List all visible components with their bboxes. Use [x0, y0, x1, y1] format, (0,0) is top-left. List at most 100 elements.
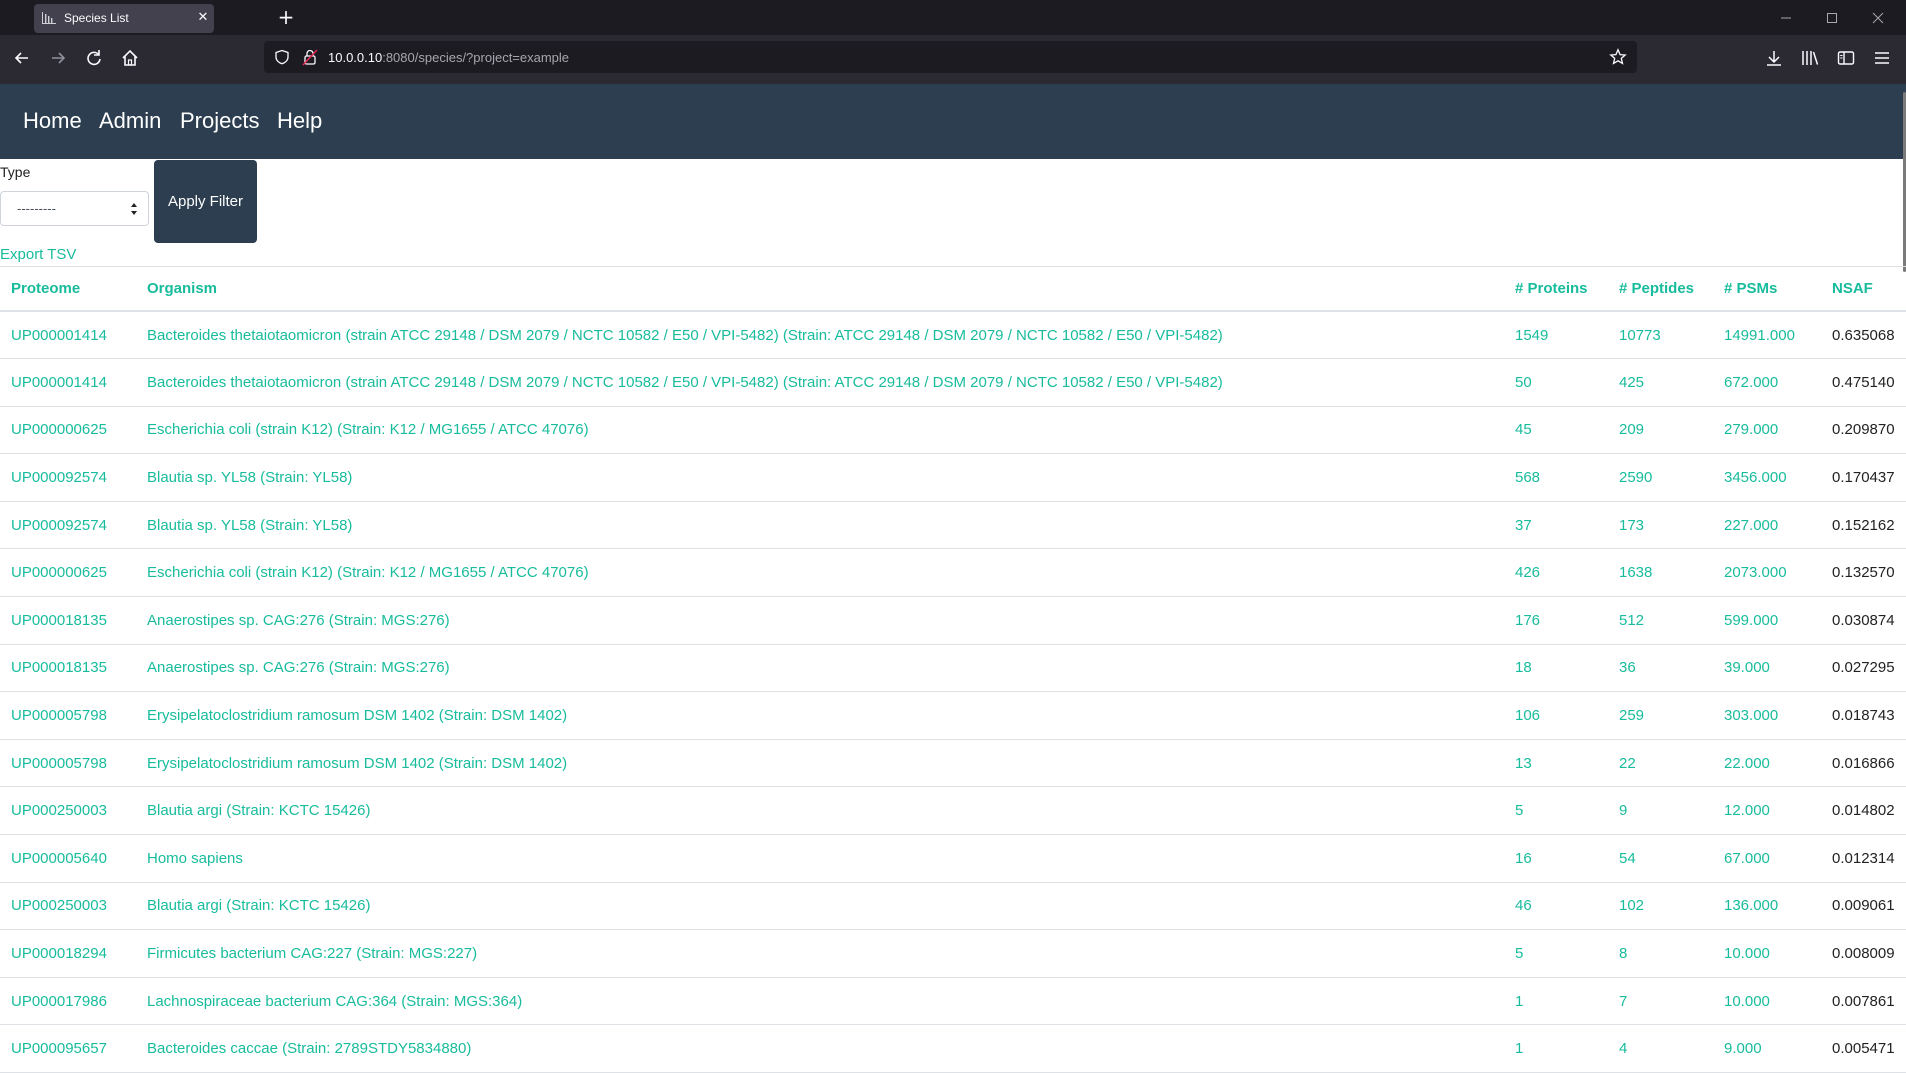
proteins-count[interactable]: 176: [1504, 596, 1608, 645]
peptides-count[interactable]: 8: [1608, 929, 1713, 978]
reload-icon[interactable]: [83, 47, 105, 69]
library-icon[interactable]: [1799, 47, 1821, 69]
psms-count[interactable]: 14991.000: [1713, 311, 1821, 360]
proteome-link[interactable]: UP000095657: [0, 1024, 136, 1073]
organism-link[interactable]: Blautia argi (Strain: KCTC 15426): [136, 882, 1504, 931]
peptides-count[interactable]: 4: [1608, 1024, 1713, 1073]
sidebar-icon[interactable]: [1835, 47, 1857, 69]
header-organism[interactable]: Organism: [136, 267, 1504, 312]
proteins-count[interactable]: 16: [1504, 834, 1608, 883]
psms-count[interactable]: 599.000: [1713, 596, 1821, 645]
proteins-count[interactable]: 13: [1504, 739, 1608, 788]
peptides-count[interactable]: 2590: [1608, 453, 1713, 502]
proteome-link[interactable]: UP000001414: [0, 311, 136, 360]
proteins-count[interactable]: 50: [1504, 358, 1608, 407]
proteome-link[interactable]: UP000005798: [0, 691, 136, 740]
organism-link[interactable]: Anaerostipes sp. CAG:276 (Strain: MGS:27…: [136, 644, 1504, 693]
proteins-count[interactable]: 37: [1504, 501, 1608, 550]
peptides-count[interactable]: 22: [1608, 739, 1713, 788]
organism-link[interactable]: Escherichia coli (strain K12) (Strain: K…: [136, 406, 1504, 455]
organism-link[interactable]: Blautia sp. YL58 (Strain: YL58): [136, 453, 1504, 502]
bookmark-star-icon[interactable]: [1609, 48, 1627, 66]
proteome-link[interactable]: UP000018135: [0, 644, 136, 693]
download-icon[interactable]: [1763, 47, 1785, 69]
type-select[interactable]: ---------: [0, 191, 149, 226]
proteome-link[interactable]: UP000000625: [0, 406, 136, 455]
nav-projects-link[interactable]: Projects: [180, 108, 259, 134]
proteome-link[interactable]: UP000250003: [0, 882, 136, 931]
psms-count[interactable]: 9.000: [1713, 1024, 1821, 1073]
peptides-count[interactable]: 9: [1608, 786, 1713, 836]
proteins-count[interactable]: 426: [1504, 548, 1608, 598]
shield-icon[interactable]: [274, 49, 290, 65]
psms-count[interactable]: 303.000: [1713, 691, 1821, 740]
minimize-icon[interactable]: [1778, 10, 1794, 26]
psms-count[interactable]: 3456.000: [1713, 453, 1821, 502]
psms-count[interactable]: 12.000: [1713, 786, 1821, 836]
forward-arrow-icon[interactable]: [47, 47, 69, 69]
nav-help-link[interactable]: Help: [277, 108, 322, 134]
proteome-link[interactable]: UP000018135: [0, 596, 136, 645]
proteins-count[interactable]: 46: [1504, 882, 1608, 931]
organism-link[interactable]: Escherichia coli (strain K12) (Strain: K…: [136, 548, 1504, 598]
proteome-link[interactable]: UP000092574: [0, 501, 136, 550]
peptides-count[interactable]: 259: [1608, 691, 1713, 740]
organism-link[interactable]: Blautia argi (Strain: KCTC 15426): [136, 786, 1504, 836]
organism-link[interactable]: Blautia sp. YL58 (Strain: YL58): [136, 501, 1504, 550]
peptides-count[interactable]: 425: [1608, 358, 1713, 407]
nav-admin-link[interactable]: Admin: [99, 108, 161, 134]
peptides-count[interactable]: 7: [1608, 977, 1713, 1026]
proteins-count[interactable]: 5: [1504, 786, 1608, 836]
psms-count[interactable]: 227.000: [1713, 501, 1821, 550]
psms-count[interactable]: 672.000: [1713, 358, 1821, 407]
maximize-icon[interactable]: [1824, 10, 1840, 26]
proteins-count[interactable]: 568: [1504, 453, 1608, 502]
psms-count[interactable]: 67.000: [1713, 834, 1821, 883]
proteins-count[interactable]: 5: [1504, 929, 1608, 978]
organism-link[interactable]: Erysipelatoclostridium ramosum DSM 1402 …: [136, 691, 1504, 740]
back-arrow-icon[interactable]: [11, 47, 33, 69]
organism-link[interactable]: Bacteroides thetaiotaomicron (strain ATC…: [136, 311, 1504, 360]
peptides-count[interactable]: 209: [1608, 406, 1713, 455]
proteome-link[interactable]: UP000018294: [0, 929, 136, 978]
url-text[interactable]: 10.0.0.10:8080/species/?project=example: [328, 50, 569, 65]
header-psms[interactable]: # PSMs: [1713, 267, 1821, 312]
proteins-count[interactable]: 18: [1504, 644, 1608, 693]
proteome-link[interactable]: UP000092574: [0, 453, 136, 502]
psms-count[interactable]: 279.000: [1713, 406, 1821, 455]
peptides-count[interactable]: 1638: [1608, 548, 1713, 598]
psms-count[interactable]: 10.000: [1713, 977, 1821, 1026]
peptides-count[interactable]: 54: [1608, 834, 1713, 883]
apply-filter-button[interactable]: Apply Filter: [154, 160, 257, 243]
psms-count[interactable]: 39.000: [1713, 644, 1821, 693]
psms-count[interactable]: 136.000: [1713, 882, 1821, 931]
psms-count[interactable]: 10.000: [1713, 929, 1821, 978]
proteins-count[interactable]: 1: [1504, 1024, 1608, 1073]
header-nsaf[interactable]: NSAF: [1821, 267, 1906, 312]
browser-tab[interactable]: Species List ✕: [34, 4, 214, 33]
home-icon[interactable]: [119, 47, 141, 69]
proteome-link[interactable]: UP000001414: [0, 358, 136, 407]
proteins-count[interactable]: 1: [1504, 977, 1608, 1026]
psms-count[interactable]: 22.000: [1713, 739, 1821, 788]
header-proteome[interactable]: Proteome: [0, 267, 136, 312]
insecure-lock-icon[interactable]: [302, 48, 318, 66]
peptides-count[interactable]: 36: [1608, 644, 1713, 693]
proteins-count[interactable]: 45: [1504, 406, 1608, 455]
new-tab-icon[interactable]: +: [277, 7, 295, 27]
address-bar[interactable]: 10.0.0.10:8080/species/?project=example: [264, 41, 1637, 73]
psms-count[interactable]: 2073.000: [1713, 548, 1821, 598]
proteome-link[interactable]: UP000250003: [0, 786, 136, 836]
peptides-count[interactable]: 512: [1608, 596, 1713, 645]
peptides-count[interactable]: 102: [1608, 882, 1713, 931]
organism-link[interactable]: Firmicutes bacterium CAG:227 (Strain: MG…: [136, 929, 1504, 978]
organism-link[interactable]: Lachnospiraceae bacterium CAG:364 (Strai…: [136, 977, 1504, 1026]
header-peptides[interactable]: # Peptides: [1608, 267, 1713, 312]
organism-link[interactable]: Bacteroides caccae (Strain: 2789STDY5834…: [136, 1024, 1504, 1073]
nav-home-link[interactable]: Home: [23, 108, 82, 134]
peptides-count[interactable]: 173: [1608, 501, 1713, 550]
proteins-count[interactable]: 106: [1504, 691, 1608, 740]
proteome-link[interactable]: UP000000625: [0, 548, 136, 598]
proteome-link[interactable]: UP000005640: [0, 834, 136, 883]
close-window-icon[interactable]: [1870, 10, 1886, 26]
